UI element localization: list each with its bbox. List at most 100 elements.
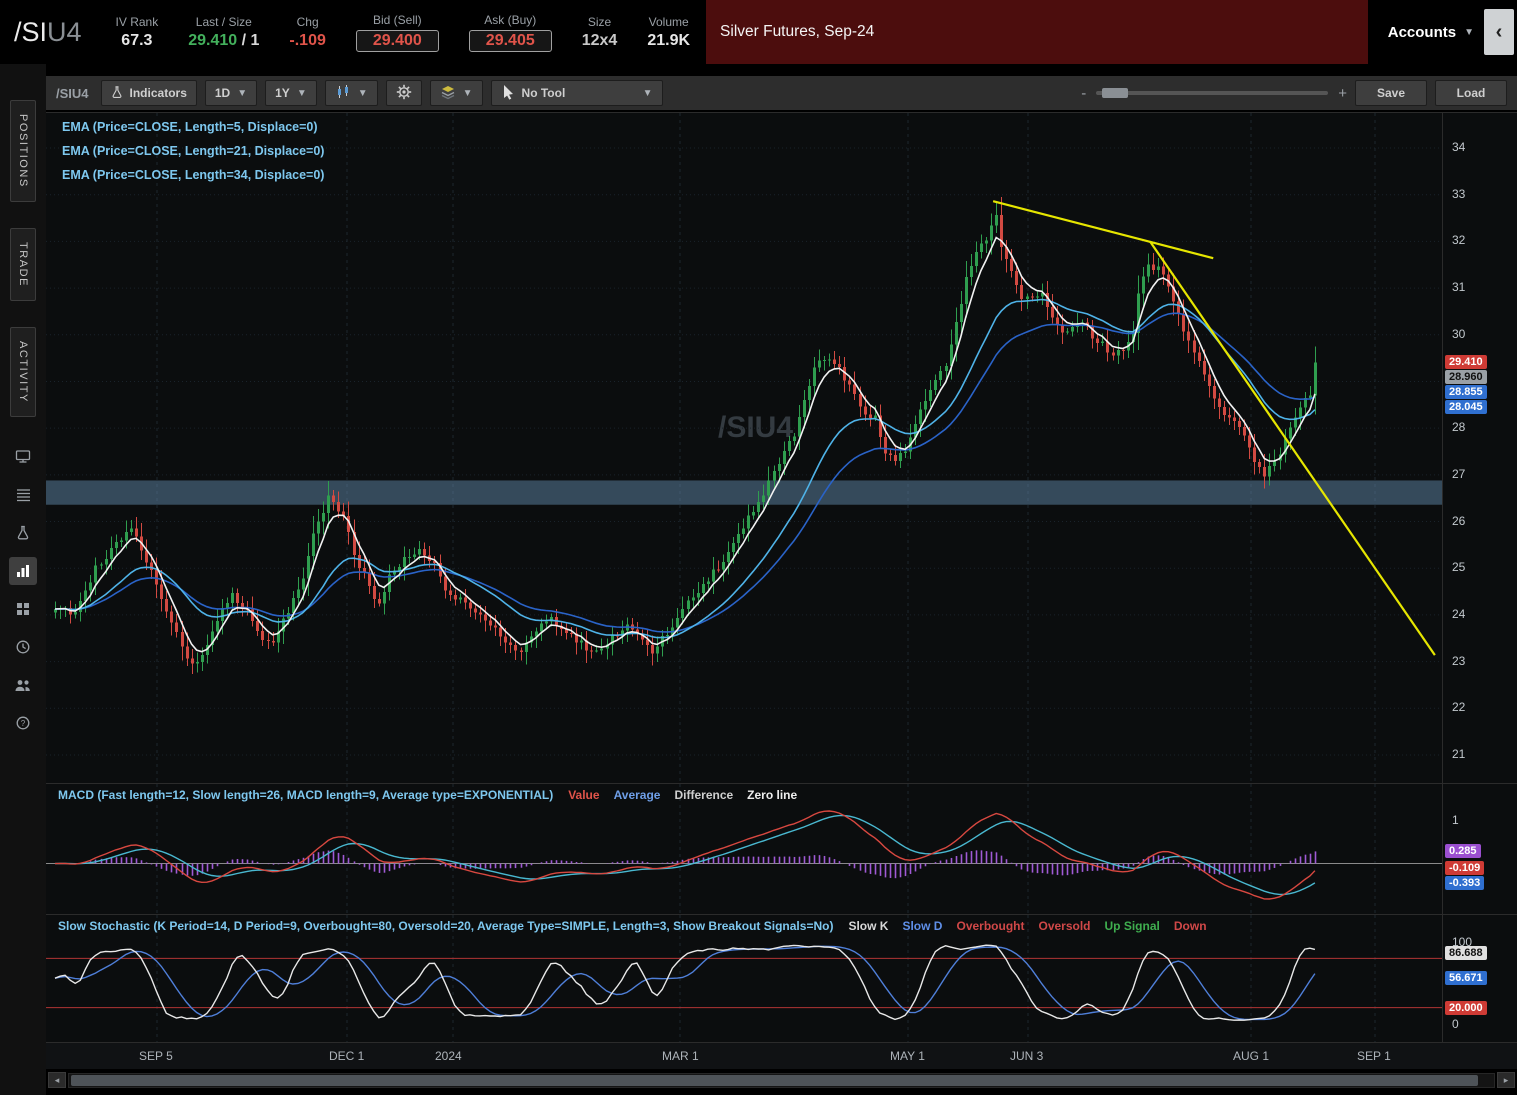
candlestick-icon — [335, 84, 351, 103]
macd-plot[interactable] — [46, 784, 1443, 914]
quote-field-label: Volume — [649, 15, 689, 29]
price-bubble-1: 28.960 — [1445, 370, 1487, 384]
chevron-down-icon: ▼ — [463, 88, 473, 99]
range-dropdown[interactable]: 1Y ▼ — [265, 80, 317, 106]
price-plot[interactable] — [46, 113, 1443, 783]
zoom-slider[interactable] — [1096, 91, 1328, 95]
help-icon[interactable]: ? — [9, 709, 37, 737]
quote-field-chg: Chg-.109 — [289, 15, 325, 50]
study-label-ema-1[interactable]: EMA (Price=CLOSE, Length=21, Displace=0) — [62, 144, 324, 158]
study-labels: EMA (Price=CLOSE, Length=5, Displace=0) E… — [62, 120, 324, 182]
sidebar-tab-trade[interactable]: TRADE — [10, 228, 36, 301]
chevron-down-icon: ▼ — [1464, 27, 1474, 38]
settings-button[interactable] — [386, 80, 422, 106]
stoch-plot[interactable] — [46, 915, 1443, 1043]
load-button[interactable]: Load — [1435, 80, 1507, 106]
accounts-dropdown[interactable]: Accounts ▼ — [1368, 24, 1484, 41]
price-tick-32: 32 — [1452, 233, 1465, 247]
indicators-button[interactable]: Indicators — [101, 80, 197, 106]
time-label-2024: 2024 — [435, 1049, 462, 1063]
stoch-tick-0: 0 — [1452, 1017, 1459, 1031]
range-value: 1Y — [275, 86, 290, 100]
quote-field-value: 67.3 — [121, 32, 152, 50]
toolbar-symbol: /SIU4 — [56, 86, 89, 101]
zoom-out-button[interactable]: - — [1081, 85, 1086, 102]
legend-up-signal: Up Signal — [1105, 919, 1160, 933]
scroll-left-button[interactable]: ◂ — [48, 1072, 66, 1088]
legend-oversold: Oversold — [1038, 919, 1090, 933]
stoch-header: Slow Stochastic (K Period=14, D Period=9… — [58, 919, 1207, 933]
price-tick-31: 31 — [1452, 280, 1465, 294]
sidebar-tab-positions[interactable]: POSITIONS — [10, 100, 36, 202]
ledger-icon[interactable] — [9, 481, 37, 509]
price-tick-23: 23 — [1452, 654, 1465, 668]
sidebar-tab-activity[interactable]: ACTIVITY — [10, 327, 36, 417]
quote-field-label: Ask (Buy) — [484, 13, 536, 27]
chart-workspace: /SIU4 Indicators 1D ▼ 1Y ▼ ▼ ▼ — [46, 64, 1517, 1095]
timeframe-dropdown[interactable]: 1D ▼ — [205, 80, 257, 106]
symbol-root: /SI — [14, 17, 47, 47]
quote-field-value[interactable]: 29.400 — [356, 30, 439, 52]
scroll-right-button[interactable]: ▸ — [1497, 1072, 1515, 1088]
time-axis: SEP 5DEC 12024MAR 1MAY 1JUN 3AUG 1SEP 1 — [46, 1042, 1517, 1069]
legend-value: Value — [568, 788, 599, 802]
macd-bubble-2: -0.393 — [1445, 876, 1484, 890]
price-bubble-3: 28.045 — [1445, 400, 1487, 414]
price-tick-21: 21 — [1452, 747, 1465, 761]
macd-bubble-1: -0.109 — [1445, 861, 1484, 875]
price-bubble-0: 29.410 — [1445, 355, 1487, 369]
price-tick-34: 34 — [1452, 140, 1465, 154]
price-axis[interactable]: 343332313029282726252423222129.41028.960… — [1442, 113, 1517, 783]
time-label-jun-3: JUN 3 — [1010, 1049, 1043, 1063]
flask-icon[interactable] — [9, 519, 37, 547]
zoom-control: - + — [1081, 85, 1347, 102]
tool-label: No Tool — [522, 86, 566, 100]
quote-field-value: 29.410 / 1 — [188, 32, 259, 50]
monitor-icon[interactable] — [9, 443, 37, 471]
study-label-ema-0[interactable]: EMA (Price=CLOSE, Length=5, Displace=0) — [62, 120, 324, 134]
legend-zero-line: Zero line — [747, 788, 797, 802]
chart-type-dropdown[interactable]: ▼ — [325, 80, 378, 106]
grid-icon[interactable] — [9, 595, 37, 623]
drawings-dropdown[interactable]: ▼ — [430, 80, 483, 106]
legend-down: Down — [1174, 919, 1207, 933]
quote-fields: IV Rank67.3Last / Size29.410 / 1Chg-.109… — [116, 13, 691, 52]
macd-axis[interactable]: 1 0.285 -0.109-0.393 — [1442, 784, 1517, 914]
price-tick-26: 26 — [1452, 514, 1465, 528]
zoom-slider-thumb[interactable] — [1102, 88, 1128, 98]
quote-field-value[interactable]: 29.405 — [469, 30, 552, 52]
chart-toolbar: /SIU4 Indicators 1D ▼ 1Y ▼ ▼ ▼ — [46, 76, 1517, 110]
zoom-in-button[interactable]: + — [1338, 85, 1347, 102]
quote-field-value: 12x4 — [582, 32, 618, 50]
chart-icon[interactable] — [9, 557, 37, 585]
chevron-down-icon: ▼ — [358, 88, 368, 99]
history-icon[interactable] — [9, 633, 37, 661]
scrollbar-track[interactable] — [68, 1073, 1495, 1088]
macd-bubble-0: 0.285 — [1445, 844, 1481, 858]
scrollbar-thumb[interactable] — [71, 1075, 1478, 1086]
scroll-left-icon: ◂ — [55, 1075, 60, 1086]
price-tick-25: 25 — [1452, 560, 1465, 574]
time-label-aug-1: AUG 1 — [1233, 1049, 1269, 1063]
stoch-title[interactable]: Slow Stochastic (K Period=14, D Period=9… — [58, 919, 833, 933]
people-icon[interactable] — [9, 671, 37, 699]
macd-title[interactable]: MACD (Fast length=12, Slow length=26, MA… — [58, 788, 553, 802]
price-tick-28: 28 — [1452, 420, 1465, 434]
collapse-panel-button[interactable]: ‹ — [1484, 9, 1514, 55]
chevron-down-icon: ▼ — [237, 88, 247, 99]
quote-field-last-size: Last / Size 29.410 / 1 — [188, 15, 259, 50]
macd-tick-1: 1 — [1452, 813, 1459, 827]
quote-field-bid-sell: Bid (Sell)29.400 — [356, 13, 439, 52]
price-tick-22: 22 — [1452, 700, 1465, 714]
price-panel: /SIU4 EMA (Price=CLOSE, Length=5, Displa… — [46, 112, 1517, 783]
tool-dropdown[interactable]: No Tool ▼ — [491, 80, 663, 106]
gear-icon — [396, 84, 412, 103]
stoch-axis[interactable]: 100086.68856.67120.000 — [1442, 915, 1517, 1043]
study-label-ema-2[interactable]: EMA (Price=CLOSE, Length=34, Displace=0) — [62, 168, 324, 182]
quote-header: /SIU4 IV Rank67.3Last / Size29.410 / 1Ch… — [0, 0, 1517, 64]
price-bubble-2: 28.855 — [1445, 385, 1487, 399]
stoch-bubble-0: 86.688 — [1445, 946, 1487, 960]
quote-field-label: Last / Size — [196, 15, 252, 29]
save-button[interactable]: Save — [1355, 80, 1427, 106]
instrument-title: Silver Futures, Sep-24 — [720, 23, 874, 41]
